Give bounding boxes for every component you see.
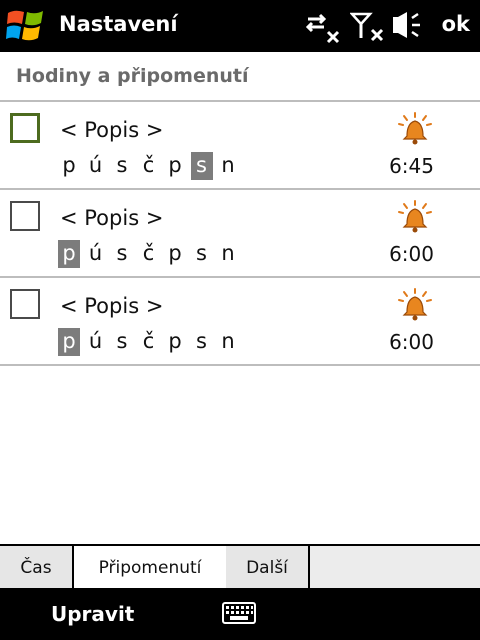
day-toggle[interactable]: p [58,328,80,356]
alarm-description[interactable]: < Popis > [60,204,163,232]
day-toggle[interactable]: s [191,240,213,268]
tab-strip: Čas Připomenutí Další [0,544,480,592]
tab-label: Připomenutí [98,558,202,578]
day-toggle[interactable]: p [58,152,80,180]
day-toggle[interactable]: č [138,152,160,180]
tab-label: Čas [20,558,52,578]
softkey-bar: Upravit [0,588,480,640]
tab-cas[interactable]: Čas [0,546,74,588]
title-bar: Nastavení ok [0,0,480,52]
day-toggle[interactable]: p [164,152,186,180]
tab-dalsi[interactable]: Další [226,546,310,588]
alarm-time[interactable]: 6:45 [389,152,434,180]
tab-pripomenuti[interactable]: Připomenutí [72,544,228,592]
alarm-row[interactable]: < Popis > p ú s č p s n 6:00 [0,278,480,366]
window-title: Nastavení [59,12,178,36]
alarm-time[interactable]: 6:00 [389,328,434,356]
day-toggle[interactable]: ú [85,152,107,180]
speaker-vibrate-icon[interactable] [390,10,426,44]
day-toggle[interactable]: s [111,328,133,356]
alarm-time[interactable]: 6:00 [389,240,434,268]
windows-start-icon[interactable] [6,7,46,45]
connectivity-icon[interactable] [304,10,340,44]
day-toggle[interactable]: č [138,328,160,356]
alarm-enable-checkbox[interactable] [10,113,40,143]
alarm-description[interactable]: < Popis > [60,116,163,144]
day-toggle[interactable]: n [217,152,239,180]
day-toggle[interactable]: s [111,240,133,268]
alarm-bell-icon [398,200,432,233]
day-toggle[interactable]: n [217,328,239,356]
tab-label: Další [246,558,288,578]
day-toggle[interactable]: p [164,240,186,268]
edit-softkey[interactable]: Upravit [51,600,134,628]
day-toggle[interactable]: ú [85,328,107,356]
day-toggle[interactable]: ú [85,240,107,268]
ok-button[interactable]: ok [442,9,470,39]
alarm-enable-checkbox[interactable] [10,289,40,319]
day-toggle[interactable]: s [111,152,133,180]
alarm-enable-checkbox[interactable] [10,201,40,231]
day-toggle[interactable]: n [217,240,239,268]
keyboard-icon[interactable] [222,602,256,624]
day-toggle[interactable]: p [58,240,80,268]
day-toggle[interactable]: s [190,152,213,180]
section-header: Hodiny a připomenutí [0,52,480,102]
signal-off-icon[interactable] [350,10,386,44]
alarm-bell-icon [398,288,432,321]
day-toggle[interactable]: s [191,328,213,356]
alarm-row[interactable]: < Popis > p ú s č p s n 6:45 [0,102,480,190]
day-toggle[interactable]: p [164,328,186,356]
day-toggle[interactable]: č [138,240,160,268]
section-title: Hodiny a připomenutí [16,65,249,87]
alarm-bell-icon [398,112,432,145]
alarm-description[interactable]: < Popis > [60,292,163,320]
alarm-row[interactable]: < Popis > p ú s č p s n 6:00 [0,190,480,278]
